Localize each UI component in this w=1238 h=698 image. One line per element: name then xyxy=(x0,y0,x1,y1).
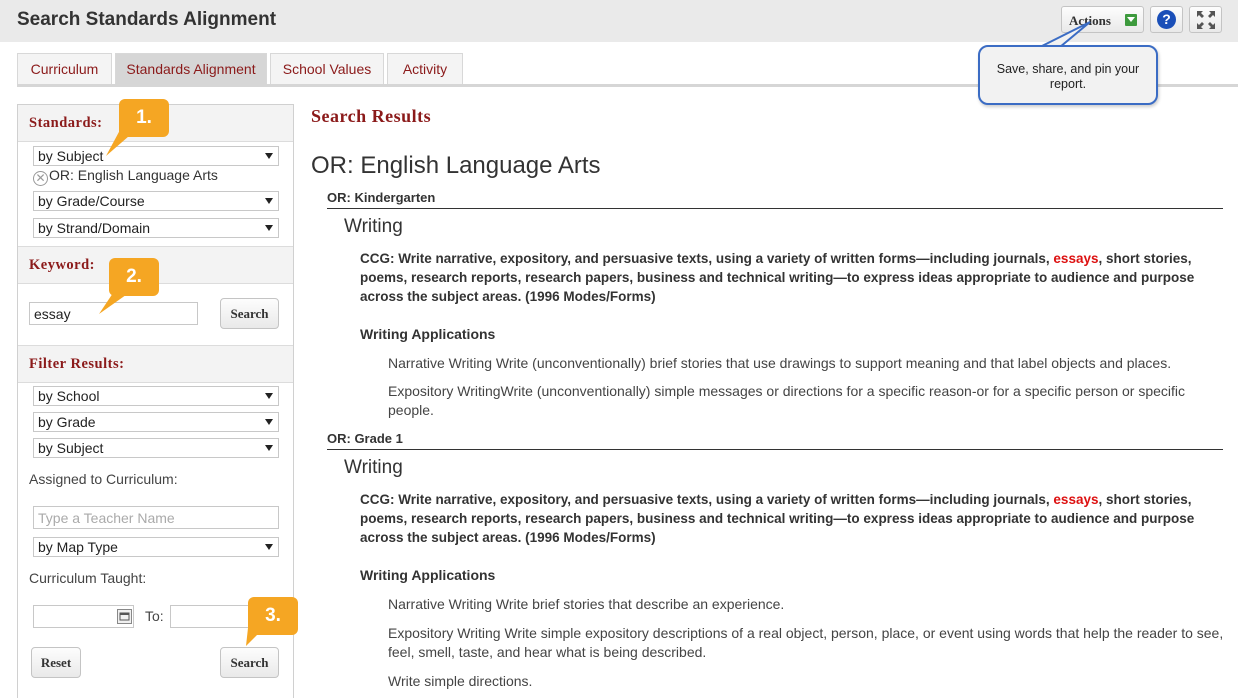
tab-standards-alignment[interactable]: Standards Alignment xyxy=(115,53,267,84)
results-title: Search Results xyxy=(311,106,432,126)
chevron-down-icon xyxy=(1125,14,1137,26)
select-value: by Grade xyxy=(38,414,96,430)
curriculum-taught-label: Curriculum Taught: xyxy=(29,570,147,586)
filter-grade-select[interactable]: by Grade xyxy=(33,412,279,432)
standards-strand-select[interactable]: by Strand/Domain xyxy=(33,218,279,238)
calendar-icon[interactable] xyxy=(117,609,132,624)
standard-text: CCG: Write narrative, expository, and pe… xyxy=(360,490,1220,547)
page-title: Search Standards Alignment xyxy=(17,9,277,30)
keyword-heading: Keyword: xyxy=(29,257,96,273)
grade-heading: OR: Kindergarten xyxy=(327,190,1223,209)
date-from-input[interactable] xyxy=(33,605,134,628)
date-to-input[interactable] xyxy=(170,605,260,628)
dropdown-arrow-icon xyxy=(265,225,273,231)
standard-text-part: CCG: Write narrative, expository, and pe… xyxy=(360,492,1054,507)
grade-heading: OR: Grade 1 xyxy=(327,431,1223,450)
filter-school-select[interactable]: by School xyxy=(33,386,279,406)
standards-heading: Standards: xyxy=(29,115,103,131)
select-value: by Subject xyxy=(38,148,104,164)
expand-button[interactable] xyxy=(1189,6,1222,33)
keyword-value: essay xyxy=(34,306,71,322)
keyword-highlight: essays xyxy=(1053,492,1099,507)
strand-title: Writing xyxy=(344,216,403,237)
selected-subject-chip: ✕ OR: English Language Arts xyxy=(33,167,218,186)
tab-curriculum[interactable]: Curriculum xyxy=(17,53,112,84)
list-item: Narrative Writing Write brief stories th… xyxy=(388,596,785,612)
select-value: by Grade/Course xyxy=(38,193,145,209)
standards-grade-select[interactable]: by Grade/Course xyxy=(33,191,279,211)
subject-title: OR: English Language Arts xyxy=(311,152,601,179)
list-item: Write simple directions. xyxy=(388,673,533,689)
select-value: by School xyxy=(38,388,100,404)
list-item: Narrative Writing Write (unconventionall… xyxy=(388,355,1172,371)
keyword-search-button[interactable]: Search xyxy=(220,298,279,329)
expand-icon xyxy=(1197,11,1215,29)
applications-heading: Writing Applications xyxy=(360,326,496,342)
assigned-to-curriculum-label: Assigned to Curriculum: xyxy=(29,471,178,487)
remove-icon[interactable]: ✕ xyxy=(33,171,48,186)
tab-activity[interactable]: Activity xyxy=(387,53,463,84)
standard-text: CCG: Write narrative, expository, and pe… xyxy=(360,249,1220,306)
dropdown-arrow-icon xyxy=(265,544,273,550)
dropdown-arrow-icon xyxy=(265,153,273,159)
keyword-highlight: essays xyxy=(1053,251,1099,266)
teacher-name-placeholder: Type a Teacher Name xyxy=(38,510,175,526)
actions-tooltip: Save, share, and pin your report. xyxy=(978,45,1158,105)
select-value: by Strand/Domain xyxy=(38,220,151,236)
dropdown-arrow-icon xyxy=(265,445,273,451)
callout-pointer-3 xyxy=(246,628,264,646)
reset-button[interactable]: Reset xyxy=(31,647,81,678)
list-item: Expository WritingWrite (unconventionall… xyxy=(388,383,1186,418)
callout-pointer-2 xyxy=(99,290,133,314)
list-item: Expository Writing Write simple exposito… xyxy=(388,625,1224,660)
to-label: To: xyxy=(145,608,164,624)
applications-heading: Writing Applications xyxy=(360,567,496,583)
help-button[interactable]: ? xyxy=(1150,6,1183,33)
select-value: by Map Type xyxy=(38,539,118,555)
filter-heading: Filter Results: xyxy=(29,356,125,372)
callout-pointer-1 xyxy=(106,130,136,156)
filter-subject-select[interactable]: by Subject xyxy=(33,438,279,458)
dropdown-arrow-icon xyxy=(265,198,273,204)
tab-school-values[interactable]: School Values xyxy=(270,53,384,84)
map-type-select[interactable]: by Map Type xyxy=(33,537,279,557)
dropdown-arrow-icon xyxy=(265,419,273,425)
standard-text-part: CCG: Write narrative, expository, and pe… xyxy=(360,251,1054,266)
help-icon: ? xyxy=(1157,10,1176,29)
select-value: by Subject xyxy=(38,440,104,456)
dropdown-arrow-icon xyxy=(265,393,273,399)
filter-section-header: Filter Results: xyxy=(18,346,293,383)
standards-subject-select[interactable]: by Subject xyxy=(33,146,279,166)
teacher-name-input[interactable]: Type a Teacher Name xyxy=(33,506,279,529)
strand-title: Writing xyxy=(344,457,403,478)
selected-subject-label: OR: English Language Arts xyxy=(49,167,218,183)
